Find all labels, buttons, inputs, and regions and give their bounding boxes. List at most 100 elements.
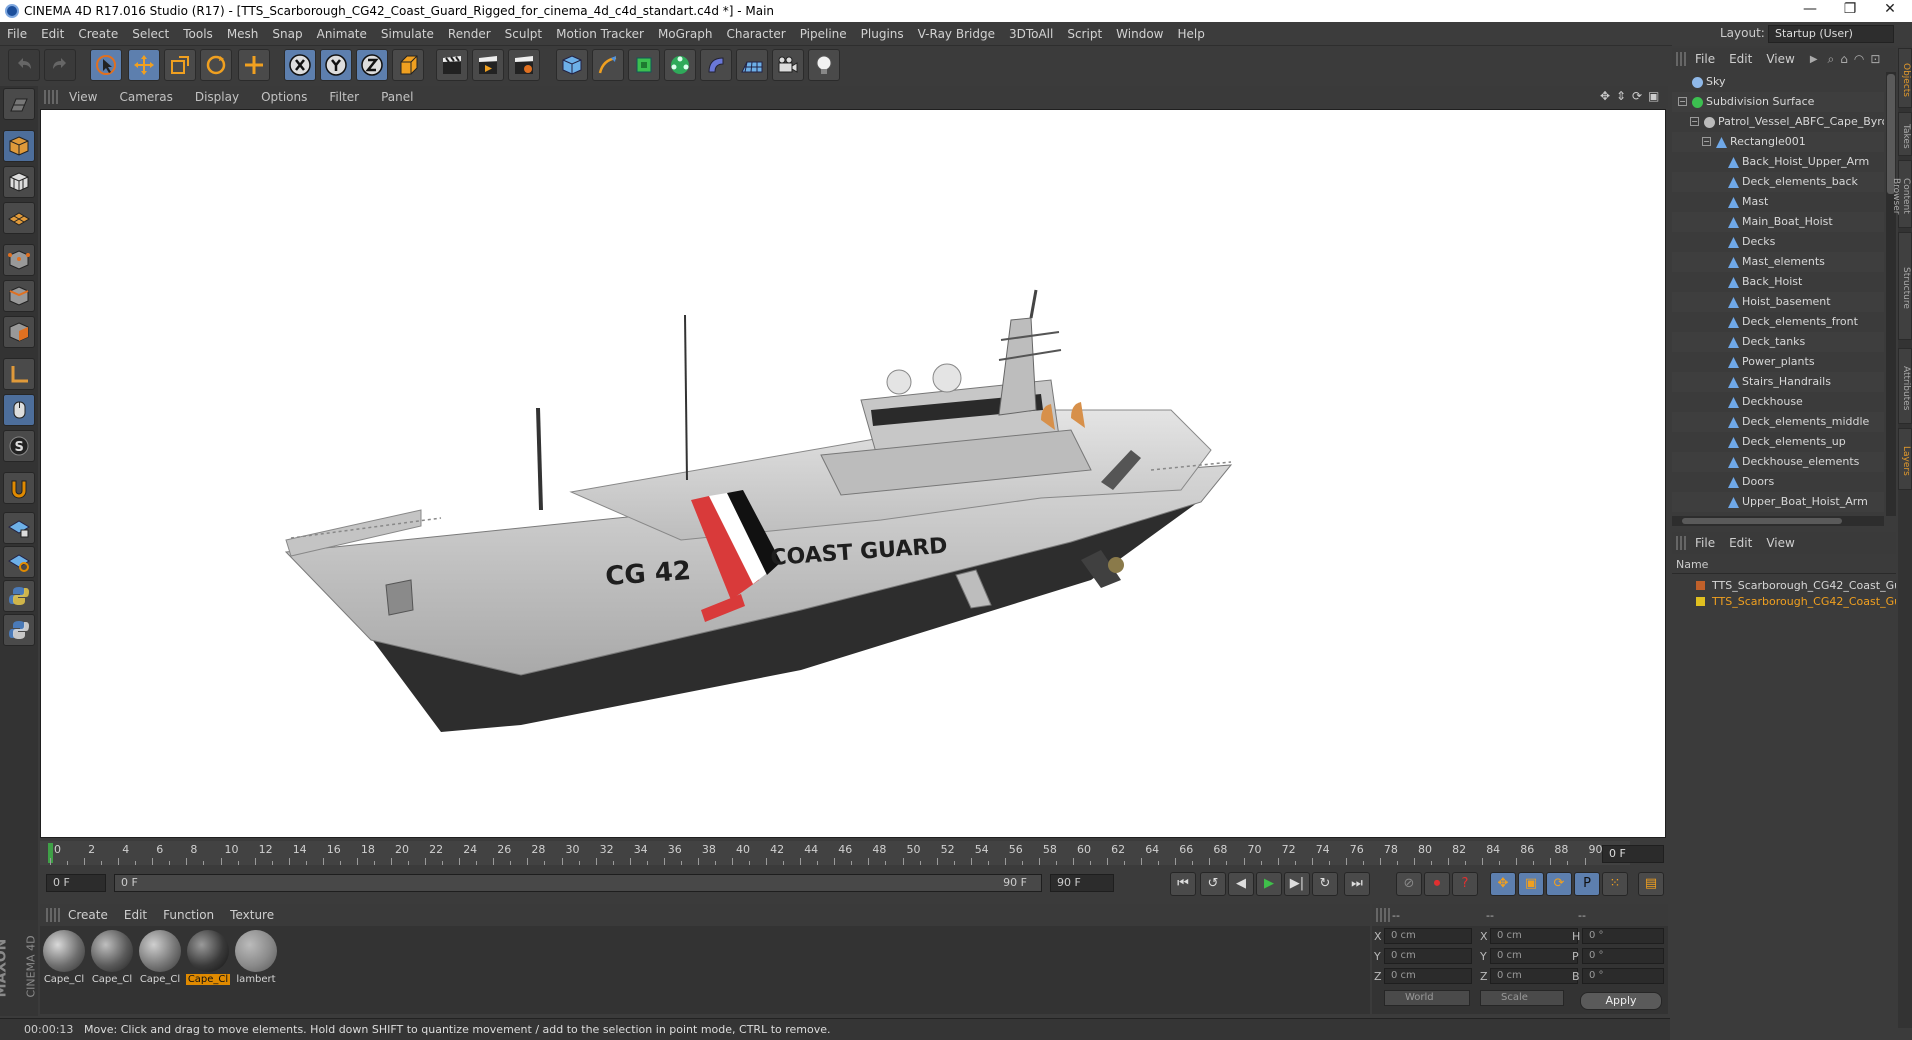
menu-sculpt[interactable]: Sculpt — [498, 22, 549, 46]
object-tree-row[interactable]: Back_Hoist_Upper_Arm — [1672, 152, 1884, 172]
key-rotation-button[interactable]: ⟳ — [1546, 872, 1572, 896]
viewport-move-icon[interactable]: ✥ — [1600, 89, 1614, 103]
current-frame-field[interactable]: 0 F — [1602, 845, 1664, 863]
floor-button[interactable] — [736, 49, 768, 81]
viewport-menu-cameras[interactable]: Cameras — [108, 86, 183, 108]
z-axis-lock-button[interactable] — [356, 49, 388, 81]
light-button[interactable] — [808, 49, 840, 81]
start-frame-field[interactable]: 0 F — [46, 874, 106, 892]
python-script-button-2[interactable] — [3, 614, 35, 646]
end-frame-field[interactable]: 90 F — [1050, 874, 1114, 892]
object-tree-row[interactable]: Stairs_Handrails — [1672, 372, 1884, 392]
object-tree-row[interactable]: Deck_elements_up — [1672, 432, 1884, 452]
object-tree-row[interactable]: Doors — [1672, 472, 1884, 492]
menu-mograph[interactable]: MoGraph — [651, 22, 720, 46]
menu-create[interactable]: Create — [71, 22, 125, 46]
object-tree-row[interactable]: − Rectangle001 — [1672, 132, 1884, 152]
move-tool-button[interactable] — [128, 49, 160, 81]
material-swatch[interactable]: Cape_Cl — [42, 930, 86, 986]
redo-button[interactable] — [44, 49, 76, 81]
scrollbar-thumb[interactable] — [1887, 74, 1895, 194]
new-window-icon[interactable]: ⊡ — [1870, 52, 1880, 66]
record-active-objects-button[interactable]: ⊘ — [1396, 872, 1422, 896]
render-view-button[interactable] — [436, 49, 468, 81]
side-tab-takes[interactable]: Takes — [1898, 112, 1912, 156]
object-tree-row[interactable]: Upper_Boat_Hoist_Arm — [1672, 492, 1884, 512]
menu-animate[interactable]: Animate — [310, 22, 374, 46]
next-frame-button[interactable]: ▶| — [1284, 872, 1310, 896]
material-menu-create[interactable]: Create — [60, 904, 116, 926]
keyframe-selection-button[interactable]: ? — [1452, 872, 1478, 896]
menu-file[interactable]: File — [0, 22, 34, 46]
object-tree-row[interactable]: Deck_elements_middle — [1672, 412, 1884, 432]
object-menu-file[interactable]: File — [1688, 48, 1722, 70]
model-mode-button[interactable] — [3, 130, 35, 162]
menu-help[interactable]: Help — [1170, 22, 1211, 46]
go-to-end-button[interactable]: ⏭ — [1344, 872, 1370, 896]
polygons-mode-button[interactable] — [3, 316, 35, 348]
menu-mesh[interactable]: Mesh — [220, 22, 266, 46]
side-tab-objects[interactable]: Objects — [1898, 48, 1912, 108]
restore-button[interactable]: ❐ — [1830, 1, 1870, 21]
rot-p-field[interactable]: 0 ° — [1582, 948, 1664, 964]
live-selection-button[interactable] — [90, 49, 122, 81]
object-tree-hscrollbar[interactable] — [1672, 516, 1884, 526]
snap-settings-button[interactable]: S — [3, 430, 35, 462]
menu-select[interactable]: Select — [125, 22, 176, 46]
close-button[interactable]: ✕ — [1870, 1, 1910, 21]
expand-toggle-icon[interactable]: − — [1678, 97, 1687, 106]
python-script-button[interactable] — [3, 580, 35, 612]
expand-toggle-icon[interactable]: − — [1690, 117, 1699, 126]
preview-range-slider[interactable]: 0 F 90 F — [114, 874, 1042, 892]
object-tree-row[interactable]: Mast — [1672, 192, 1884, 212]
pos-x-field[interactable]: 0 cm — [1384, 928, 1472, 944]
undo-button[interactable] — [8, 49, 40, 81]
more-arrow-icon[interactable]: ▶ — [1810, 54, 1818, 65]
layer-menu-view[interactable]: View — [1759, 532, 1801, 554]
coordinate-system-button[interactable] — [392, 49, 424, 81]
viewport-menu-filter[interactable]: Filter — [318, 86, 370, 108]
y-axis-lock-button[interactable] — [320, 49, 352, 81]
layout-dropdown[interactable]: Startup (User) — [1768, 25, 1894, 43]
viewport-rotate-icon[interactable]: ⟳ — [1632, 89, 1646, 103]
workplane-mode-button[interactable] — [3, 202, 35, 234]
menu-snap[interactable]: Snap — [265, 22, 309, 46]
size-y-field[interactable]: 0 cm — [1490, 948, 1578, 964]
material-menu-edit[interactable]: Edit — [116, 904, 155, 926]
menu-script[interactable]: Script — [1060, 22, 1109, 46]
side-tab-attributes[interactable]: Attributes — [1898, 348, 1912, 424]
material-menu-texture[interactable]: Texture — [222, 904, 282, 926]
viewport-menu-display[interactable]: Display — [184, 86, 250, 108]
menu-motion-tracker[interactable]: Motion Tracker — [549, 22, 651, 46]
search-icon[interactable]: ⌕ — [1828, 52, 1835, 67]
timeline-window-button[interactable]: ▤ — [1638, 872, 1664, 896]
size-x-field[interactable]: 0 cm — [1490, 928, 1578, 944]
object-tree-scrollbar[interactable] — [1886, 72, 1896, 516]
points-mode-button[interactable] — [3, 244, 35, 276]
menu-simulate[interactable]: Simulate — [374, 22, 441, 46]
viewport-menu-view[interactable]: View — [58, 86, 108, 108]
object-menu-edit[interactable]: Edit — [1722, 48, 1759, 70]
object-tree-row[interactable]: − Patrol_Vessel_ABFC_Cape_Byron — [1672, 112, 1884, 132]
size-mode-dropdown[interactable]: Scale — [1480, 990, 1564, 1006]
texture-mode-button[interactable] — [3, 166, 35, 198]
spline-pen-button[interactable] — [592, 49, 624, 81]
object-tree-row[interactable]: Deck_elements_back — [1672, 172, 1884, 192]
minimize-button[interactable]: — — [1790, 1, 1830, 21]
object-tree-row[interactable]: − Subdivision Surface — [1672, 92, 1884, 112]
subdivision-surface-button[interactable] — [628, 49, 660, 81]
coordinate-space-dropdown[interactable]: World — [1384, 990, 1470, 1006]
key-pla-button[interactable]: ⁙ — [1602, 872, 1628, 896]
material-swatch-selected[interactable]: Cape_Cl — [186, 930, 230, 986]
object-tree-row[interactable]: Mast_elements — [1672, 252, 1884, 272]
viewport-zoom-icon[interactable]: ⇕ — [1616, 89, 1630, 103]
planar-workplane-button[interactable] — [3, 546, 35, 578]
pos-z-field[interactable]: 0 cm — [1384, 968, 1472, 984]
apply-button[interactable]: Apply — [1580, 992, 1662, 1010]
expand-toggle-icon[interactable]: − — [1702, 137, 1711, 146]
material-swatch[interactable]: Cape_Cl — [138, 930, 182, 986]
material-menu-function[interactable]: Function — [155, 904, 222, 926]
deformer-button[interactable] — [700, 49, 732, 81]
object-tree-row[interactable]: Deck_elements_front — [1672, 312, 1884, 332]
layer-menu-edit[interactable]: Edit — [1722, 532, 1759, 554]
